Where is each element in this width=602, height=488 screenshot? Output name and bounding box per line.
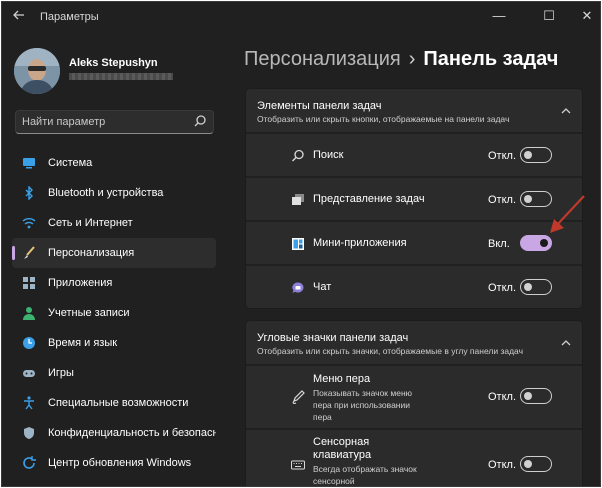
shield-icon bbox=[22, 426, 36, 440]
sidebar-item-label: Учетные записи bbox=[48, 307, 130, 319]
avatar[interactable] bbox=[14, 48, 60, 94]
toggle-state-text: Откл. bbox=[488, 150, 517, 162]
toggle-state-text: Вкл. bbox=[488, 238, 510, 250]
toggle-knob bbox=[524, 151, 532, 159]
minimize-button[interactable]: — bbox=[480, 2, 518, 30]
setting-label: Сенсорная клавиатура bbox=[313, 436, 372, 461]
sidebar-item-label: Время и язык bbox=[48, 337, 118, 349]
section-title: Элементы панели задач bbox=[257, 100, 382, 112]
widgets-toggle[interactable] bbox=[520, 235, 552, 251]
back-arrow-icon[interactable] bbox=[12, 8, 28, 24]
touch-keyboard-toggle[interactable] bbox=[520, 456, 552, 472]
sidebar-item-label: Специальные возможности bbox=[48, 397, 189, 409]
section-title: Угловые значки панели задач bbox=[257, 332, 409, 344]
sidebar-item-gaming[interactable]: Игры bbox=[12, 358, 216, 388]
setting-description: Показывать значок меню пера при использо… bbox=[313, 388, 413, 422]
accessibility-icon bbox=[22, 396, 36, 410]
toggle-state-text: Откл. bbox=[488, 459, 517, 471]
setting-label: Мини-приложения bbox=[313, 237, 407, 249]
wifi-icon bbox=[22, 216, 36, 230]
sidebar-item-label: Персонализация bbox=[48, 247, 135, 259]
breadcrumb: Персонализация › Панель задач bbox=[244, 48, 558, 71]
sidebar-item-time-language[interactable]: Время и язык bbox=[12, 328, 216, 358]
user-name: Aleks Stepushyn bbox=[69, 57, 158, 69]
taskbar-items-header[interactable]: Элементы панели задач Отобразить или скр… bbox=[246, 89, 582, 132]
app-title: Параметры bbox=[40, 11, 99, 23]
settings-window: Параметры — ☐ ✕ Aleks Stepushyn Система … bbox=[1, 1, 601, 487]
close-button[interactable]: ✕ bbox=[568, 2, 600, 30]
sidebar-item-label: Центр обновления Windows bbox=[48, 457, 192, 469]
setting-label: Представление задач bbox=[313, 193, 425, 205]
sidebar-item-label: Приложения bbox=[48, 277, 113, 289]
search-toggle[interactable] bbox=[520, 147, 552, 163]
sidebar-item-personalization[interactable]: Персонализация bbox=[12, 238, 216, 268]
gamepad-icon bbox=[22, 366, 36, 380]
user-email-redacted bbox=[69, 73, 173, 80]
monitor-icon bbox=[22, 156, 36, 170]
search-input[interactable] bbox=[22, 114, 192, 130]
taskbar-items-section: Элементы панели задач Отобразить или скр… bbox=[245, 88, 583, 309]
sidebar-item-system[interactable]: Система bbox=[12, 148, 216, 178]
person-icon bbox=[22, 306, 36, 320]
setting-label: Меню пера bbox=[313, 373, 371, 385]
sidebar-item-windows-update[interactable]: Центр обновления Windows bbox=[12, 448, 216, 478]
settings-search[interactable] bbox=[15, 110, 214, 134]
sidebar-item-label: Конфиденциальность и безопасность bbox=[48, 427, 216, 439]
brush-icon bbox=[22, 246, 36, 260]
task-view-toggle[interactable] bbox=[520, 191, 552, 207]
toggle-knob bbox=[524, 195, 532, 203]
toggle-knob bbox=[524, 392, 532, 400]
sidebar-item-accounts[interactable]: Учетные записи bbox=[12, 298, 216, 328]
setting-description: Всегда отображать значок сенсорной bbox=[313, 464, 417, 486]
page-title: Панель задач bbox=[423, 48, 559, 70]
sidebar-item-label: Сеть и Интернет bbox=[48, 217, 133, 229]
search-icon[interactable] bbox=[193, 114, 207, 130]
setting-row-widgets: Мини-приложения Вкл. bbox=[246, 220, 582, 264]
widgets-icon bbox=[291, 237, 305, 251]
apps-icon bbox=[22, 276, 36, 290]
toggle-knob bbox=[524, 283, 532, 291]
task-view-icon bbox=[291, 193, 305, 207]
pen-menu-toggle[interactable] bbox=[520, 388, 552, 404]
toggle-knob bbox=[524, 460, 532, 468]
toggle-state-text: Откл. bbox=[488, 194, 517, 206]
sidebar-item-apps[interactable]: Приложения bbox=[12, 268, 216, 298]
setting-row-touch-keyboard: Сенсорная клавиатура Всегда отображать з… bbox=[246, 428, 582, 486]
chevron-up-icon[interactable] bbox=[560, 336, 572, 348]
chevron-up-icon[interactable] bbox=[560, 104, 572, 116]
sidebar-item-label: Bluetooth и устройства bbox=[48, 187, 164, 199]
chat-icon bbox=[291, 281, 305, 295]
setting-row-chat: Чат Откл. bbox=[246, 264, 582, 308]
toggle-state-text: Откл. bbox=[488, 391, 517, 403]
keyboard-icon bbox=[291, 458, 305, 472]
chat-toggle[interactable] bbox=[520, 279, 552, 295]
breadcrumb-separator: › bbox=[408, 48, 416, 70]
corner-icons-section: Угловые значки панели задач Отобразить и… bbox=[245, 320, 583, 486]
setting-label: Чат bbox=[313, 281, 332, 293]
sidebar-item-label: Игры bbox=[48, 367, 74, 379]
corner-icons-header[interactable]: Угловые значки панели задач Отобразить и… bbox=[246, 321, 582, 364]
sidebar-nav: Система Bluetooth и устройства Сеть и Ин… bbox=[12, 148, 216, 478]
maximize-button[interactable]: ☐ bbox=[530, 2, 568, 30]
update-icon bbox=[22, 456, 36, 470]
pen-icon bbox=[291, 390, 305, 404]
sidebar-item-label: Система bbox=[48, 157, 93, 169]
section-subtitle: Отобразить или скрыть кнопки, отображаем… bbox=[257, 114, 510, 124]
setting-row-search: Поиск Откл. bbox=[246, 132, 582, 176]
sidebar-item-network[interactable]: Сеть и Интернет bbox=[12, 208, 216, 238]
search-icon bbox=[291, 149, 305, 163]
setting-label: Поиск bbox=[313, 149, 344, 161]
bluetooth-icon bbox=[22, 185, 36, 201]
breadcrumb-parent[interactable]: Персонализация bbox=[244, 48, 401, 70]
toggle-state-text: Откл. bbox=[488, 282, 517, 294]
sidebar-item-accessibility[interactable]: Специальные возможности bbox=[12, 388, 216, 418]
section-subtitle: Отобразить или скрыть значки, отображаем… bbox=[257, 346, 524, 356]
setting-row-pen-menu: Меню пера Показывать значок меню пера пр… bbox=[246, 364, 582, 428]
toggle-knob bbox=[540, 239, 548, 247]
sidebar-item-bluetooth[interactable]: Bluetooth и устройства bbox=[12, 178, 216, 208]
title-bar: Параметры — ☐ ✕ bbox=[2, 2, 600, 32]
globe-clock-icon bbox=[22, 336, 36, 350]
sidebar-item-privacy[interactable]: Конфиденциальность и безопасность bbox=[12, 418, 216, 448]
setting-row-task-view: Представление задач Откл. bbox=[246, 176, 582, 220]
